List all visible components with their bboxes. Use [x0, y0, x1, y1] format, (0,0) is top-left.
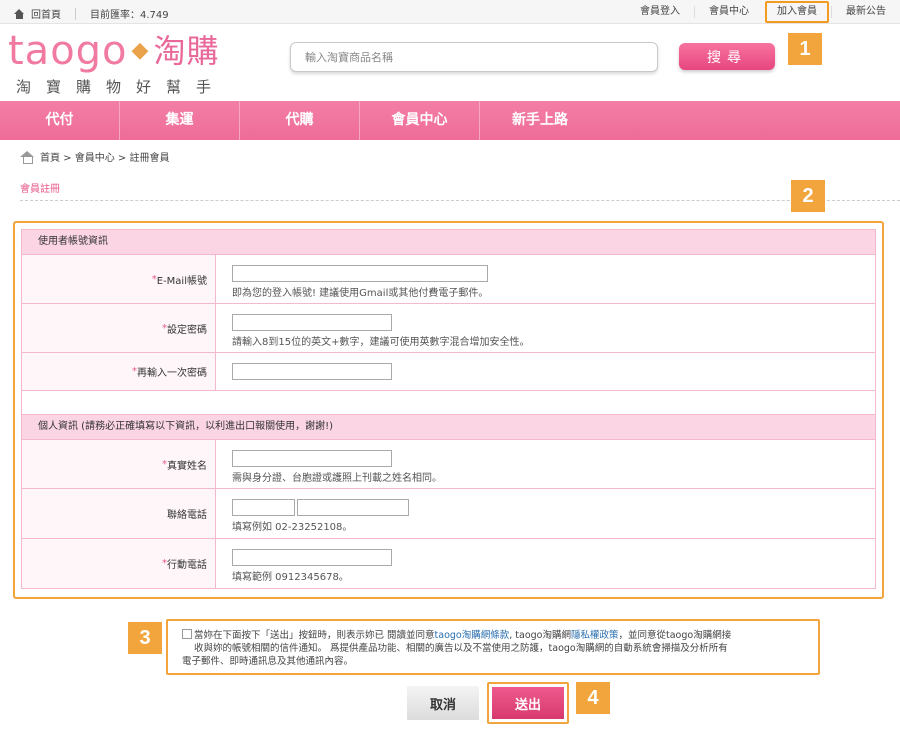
step-badge-4: 4: [576, 682, 610, 714]
phone-area-code-field[interactable]: [232, 499, 295, 516]
nav-item-beginner[interactable]: 新手上路: [480, 101, 600, 140]
news-link[interactable]: 最新公告: [831, 6, 900, 18]
terms-text: 當妳在下面按下「送出」按鈕時，則表示妳已 閱讀並同意: [194, 630, 435, 641]
name-hint: 需與身分證、台胞證或護照上刊載之姓名相同。: [232, 473, 442, 484]
phone-label: 聯絡電話: [22, 489, 216, 538]
terms-text: 收與妳的帳號相關的信件通知。 爲提供產品功能、相關的廣告以及不當使用之防護，ta…: [194, 643, 728, 654]
mobile-field-cell: 填寫範例 0912345678。: [216, 539, 875, 588]
real-name-field[interactable]: [232, 450, 392, 467]
password-confirm-cell: [216, 353, 875, 390]
top-bar-links: 會員登入 會員中心 加入會員 最新公告: [626, 0, 900, 24]
personal-section-header: 個人資訊 (請務必正確填寫以下資訊，以利進出口報關使用，謝謝!): [21, 414, 876, 440]
page-title: 會員註冊: [20, 184, 60, 195]
terms-text: 電子郵件、即時通訊息及其他通訊內容。: [182, 656, 354, 667]
password-field[interactable]: [232, 314, 392, 331]
logo-text-zh: 淘購: [153, 32, 220, 70]
terms-checkbox[interactable]: [182, 629, 192, 639]
privacy-policy-link[interactable]: 隱私權政策: [571, 630, 619, 641]
site-logo[interactable]: taogo ◆ 淘購 淘寶購物好幫手: [8, 28, 226, 97]
breadcrumb: 首頁 > 會員中心 > 註冊會員: [20, 149, 169, 164]
password-label-text: 設定密碼: [167, 324, 207, 336]
breadcrumb-text: 首頁 > 會員中心 > 註冊會員: [40, 153, 170, 164]
email-label: * E-Mail帳號: [22, 255, 216, 303]
mobile-field[interactable]: [232, 549, 392, 566]
name-label-text: 真實姓名: [167, 460, 207, 472]
name-row: * 真實姓名 需與身分證、台胞證或護照上刊載之姓名相同。: [21, 440, 876, 489]
nav-item-member-center[interactable]: 會員中心: [360, 101, 480, 140]
join-member-link[interactable]: 加入會員: [765, 1, 829, 23]
home-link[interactable]: 回首頁: [31, 6, 61, 21]
nav-item-purchase[interactable]: 代購: [240, 101, 360, 140]
logo-dot-icon: ◆: [131, 38, 150, 63]
password-row: * 設定密碼 請輸入8到15位的英文+數字，建議可使用英數字混合增加安全性。: [21, 304, 876, 353]
email-field[interactable]: [232, 265, 488, 282]
password-confirm-label-text: 再輸入一次密碼: [137, 368, 207, 379]
phone-hint: 填寫例如 02-23252108。: [232, 522, 353, 533]
divider: [20, 200, 900, 201]
mobile-row: * 行動電話 填寫範例 0912345678。: [21, 539, 876, 589]
mobile-label-text: 行動電話: [167, 560, 207, 571]
step-badge-2: 2: [791, 180, 825, 212]
phone-number-field[interactable]: [297, 499, 409, 516]
nav-item-pay[interactable]: 代付: [0, 101, 120, 140]
email-label-text: E-Mail帳號: [156, 275, 207, 287]
top-bar-left: 回首頁 目前匯率：4.749: [14, 6, 169, 21]
password-field-cell: 請輸入8到15位的英文+數字，建議可使用英數字混合增加安全性。: [216, 304, 875, 352]
email-row: * E-Mail帳號 即為您的登入帳號! 建議使用Gmail或其他付費電子郵件。: [21, 255, 876, 304]
mobile-label: * 行動電話: [22, 539, 216, 588]
submit-button[interactable]: 送出: [492, 687, 564, 719]
top-bar: 回首頁 目前匯率：4.749 會員登入 會員中心 加入會員 最新公告: [0, 0, 900, 24]
password-confirm-row: * 再輸入一次密碼: [21, 353, 876, 391]
account-section-header: 使用者帳號資訊: [21, 229, 876, 255]
home-icon[interactable]: [14, 8, 25, 19]
spacer-row: [21, 391, 876, 415]
terms-of-service-link[interactable]: taogo淘購網條款: [435, 630, 510, 641]
login-link[interactable]: 會員登入: [626, 6, 694, 18]
nav-item-shipping[interactable]: 集運: [120, 101, 240, 140]
logo-text-en: taogo: [8, 28, 128, 74]
password-confirm-label: * 再輸入一次密碼: [22, 353, 216, 390]
main-nav: 代付 集運 代購 會員中心 新手上路: [0, 101, 900, 140]
phone-field-cell: 填寫例如 02-23252108。: [216, 489, 875, 538]
terms-text: , taogo淘購網: [509, 630, 571, 641]
member-center-link[interactable]: 會員中心: [694, 6, 763, 18]
cancel-button[interactable]: 取消: [407, 686, 479, 720]
terms-text: ，並同意從taogo淘購網接: [618, 630, 732, 641]
search-input[interactable]: [290, 42, 658, 72]
password-label: * 設定密碼: [22, 304, 216, 352]
submit-button-highlight: 送出: [487, 682, 569, 724]
step-badge-1: 1: [788, 33, 822, 65]
terms-agreement: 當妳在下面按下「送出」按鈕時，則表示妳已 閱讀並同意taogo淘購網條款, ta…: [166, 619, 820, 675]
step-badge-3: 3: [128, 622, 162, 654]
exchange-rate: 目前匯率：4.749: [90, 10, 169, 21]
logo-tagline: 淘寶購物好幫手: [16, 78, 227, 96]
phone-label-text: 聯絡電話: [167, 510, 207, 521]
email-field-cell: 即為您的登入帳號! 建議使用Gmail或其他付費電子郵件。: [216, 255, 875, 303]
divider: [75, 7, 76, 20]
search-button[interactable]: 搜尋: [679, 43, 775, 70]
name-label: * 真實姓名: [22, 440, 216, 488]
mobile-hint: 填寫範例 0912345678。: [232, 572, 349, 583]
home-icon[interactable]: [20, 150, 34, 164]
phone-row: 聯絡電話 填寫例如 02-23252108。: [21, 489, 876, 539]
email-hint: 即為您的登入帳號! 建議使用Gmail或其他付費電子郵件。: [232, 288, 489, 299]
password-confirm-field[interactable]: [232, 363, 392, 380]
name-field-cell: 需與身分證、台胞證或護照上刊載之姓名相同。: [216, 440, 875, 488]
password-hint: 請輸入8到15位的英文+數字，建議可使用英數字混合增加安全性。: [232, 337, 530, 348]
